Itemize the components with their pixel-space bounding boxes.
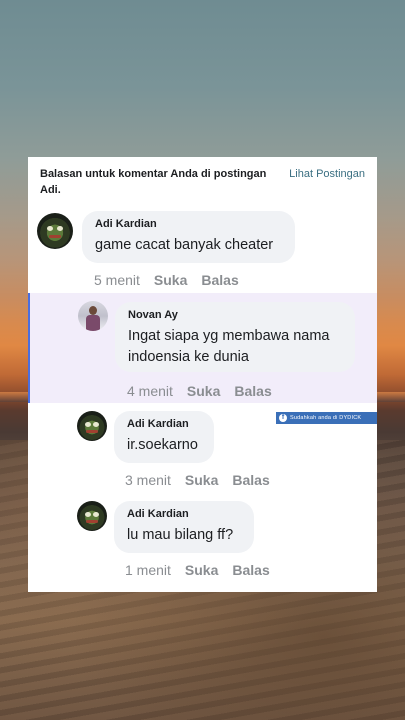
person-avatar-icon[interactable] (78, 301, 108, 331)
reply-button[interactable]: Balas (201, 271, 238, 289)
comment-time: 1 menit (125, 562, 171, 578)
comment-time: 3 menit (125, 472, 171, 488)
comment-actions: 5 menit Suka Balas (94, 271, 239, 289)
watermark-text: Sudahkah anda di DYDICK (290, 415, 362, 421)
comment-thread-highlighted: Novan Ay Ingat siapa yg membawa nama ind… (28, 293, 377, 403)
facebook-icon: f (279, 414, 287, 422)
comment-time: 5 menit (94, 272, 140, 288)
comment-author[interactable]: Adi Kardian (127, 507, 240, 522)
reply-button[interactable]: Balas (232, 561, 269, 579)
comment-actions: 1 menit Suka Balas (125, 561, 270, 579)
watermark-badge: f Sudahkah anda di DYDICK (276, 412, 377, 424)
frog-avatar-icon[interactable] (77, 411, 107, 441)
frog-avatar-icon[interactable] (37, 213, 73, 249)
comment-text-line: Ingat siapa yg membawa nama (128, 328, 330, 344)
comment-text: Ingat siapa yg membawa nama indoensia ke… (128, 326, 341, 368)
like-button[interactable]: Suka (185, 561, 218, 579)
reply-button[interactable]: Balas (234, 382, 271, 400)
comment-author[interactable]: Novan Ay (128, 308, 341, 323)
comment-author[interactable]: Adi Kardian (127, 417, 200, 432)
frog-avatar-icon[interactable] (77, 501, 107, 531)
comment-thread: Adi Kardian lu mau bilang ff? 1 menit Su… (28, 493, 377, 592)
comment-bubble: Novan Ay Ingat siapa yg membawa nama ind… (115, 302, 355, 372)
comment-bubble: Adi Kardian game cacat banyak cheater (82, 211, 295, 263)
comment-text: ir.soekarno (127, 437, 198, 453)
comment-actions: 3 menit Suka Balas (125, 471, 270, 489)
comment-text-line: indoensia ke dunia (128, 349, 249, 365)
comment-author[interactable]: Adi Kardian (95, 217, 281, 232)
view-post-link[interactable]: Lihat Postingan (289, 166, 365, 182)
comment-text: game cacat banyak cheater (95, 237, 274, 253)
notification-card: Balasan untuk komentar Anda di postingan… (28, 157, 377, 592)
comment-bubble: Adi Kardian ir.soekarno (114, 411, 214, 463)
comment-time: 4 menit (127, 383, 173, 399)
like-button[interactable]: Suka (187, 382, 220, 400)
like-button[interactable]: Suka (154, 271, 187, 289)
comment-bubble: Adi Kardian lu mau bilang ff? (114, 501, 254, 553)
like-button[interactable]: Suka (185, 471, 218, 489)
header-title: Balasan untuk komentar Anda di postingan… (40, 168, 267, 196)
comment-text: lu mau bilang ff? (127, 527, 234, 543)
comment-thread: Adi Kardian game cacat banyak cheater 5 … (28, 207, 377, 293)
reply-button[interactable]: Balas (232, 471, 269, 489)
comment-actions: 4 menit Suka Balas (127, 382, 272, 400)
